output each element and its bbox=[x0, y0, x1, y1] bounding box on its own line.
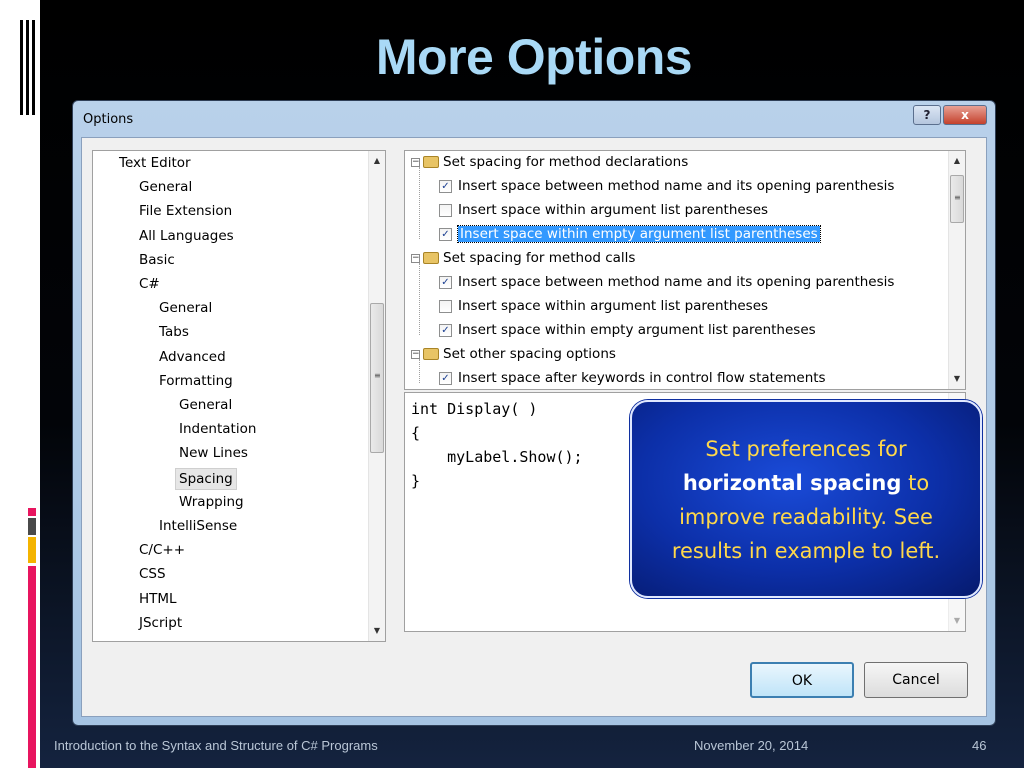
tree-item[interactable]: IntelliSense bbox=[159, 516, 237, 536]
tree-item[interactable]: Wrapping bbox=[179, 492, 244, 512]
tree-item[interactable]: General bbox=[159, 298, 212, 318]
code-line: { bbox=[411, 424, 421, 442]
option-group-other-spacing[interactable]: − Set other spacing options bbox=[411, 343, 616, 365]
grip-icon: ≡ bbox=[374, 371, 381, 380]
options-tree[interactable]: Text Editor General File Extension All Lang… bbox=[92, 150, 386, 642]
tree-item[interactable]: General bbox=[139, 177, 192, 197]
option-label: Insert space within argument list parent… bbox=[458, 202, 769, 218]
checkbox-unchecked[interactable] bbox=[439, 299, 452, 313]
collapse-icon[interactable]: − bbox=[411, 253, 420, 263]
option-label-highlighted: Insert space within empty argument list … bbox=[457, 225, 821, 243]
code-line: } bbox=[411, 472, 421, 490]
dialog-titlebar: Options ? x bbox=[73, 101, 995, 137]
scroll-down-icon[interactable]: ▼ bbox=[369, 623, 385, 639]
folder-icon bbox=[423, 156, 439, 168]
scroll-down-icon[interactable]: ▼ bbox=[949, 371, 965, 387]
accent-bar-pink bbox=[28, 508, 36, 516]
tree-item[interactable]: JScript bbox=[139, 613, 182, 633]
code-line: myLabel.Show(); bbox=[411, 448, 583, 466]
tree-connector bbox=[419, 167, 420, 239]
tree-item[interactable]: Basic bbox=[139, 250, 175, 270]
tree-item[interactable]: All Languages bbox=[139, 226, 234, 246]
scroll-up-icon[interactable]: ▲ bbox=[949, 153, 965, 169]
option-item[interactable]: Insert space within argument list parent… bbox=[439, 199, 768, 221]
checkbox-unchecked[interactable] bbox=[439, 203, 452, 217]
scroll-thumb[interactable]: ≡ bbox=[950, 175, 964, 223]
checkbox-checked[interactable]: ✓ bbox=[439, 323, 452, 337]
code-line: int Display( ) bbox=[411, 400, 538, 418]
option-group-method-declarations[interactable]: − Set spacing for method declarations bbox=[411, 151, 688, 173]
checkbox-checked[interactable]: ✓ bbox=[439, 179, 452, 193]
tree-item[interactable]: Advanced bbox=[159, 347, 226, 367]
footer-title: Introduction to the Syntax and Structure… bbox=[54, 738, 378, 753]
scroll-down-icon[interactable]: ▼ bbox=[949, 613, 965, 629]
accent-bar-pink-long bbox=[28, 566, 36, 768]
tree-item[interactable]: New Lines bbox=[179, 443, 248, 463]
tree-item[interactable]: File Extension bbox=[139, 201, 232, 221]
footer-date: November 20, 2014 bbox=[694, 738, 809, 753]
tree-item[interactable]: C/C++ bbox=[139, 540, 185, 560]
accent-bar-gray bbox=[28, 518, 36, 535]
spacing-options-list[interactable]: − Set spacing for method declarations ✓ In… bbox=[404, 150, 966, 390]
checkbox-checked[interactable]: ✓ bbox=[439, 371, 452, 385]
callout-line: Set preferences for bbox=[705, 437, 907, 461]
options-scrollbar[interactable]: ▲ ≡ ▼ bbox=[948, 151, 965, 389]
option-label: Insert space after keywords in control f… bbox=[458, 370, 826, 386]
grip-icon: ≡ bbox=[954, 193, 961, 202]
option-label: Insert space within empty argument list … bbox=[458, 322, 816, 338]
tree-item[interactable]: Formatting bbox=[159, 371, 233, 391]
checkbox-checked[interactable]: ✓ bbox=[439, 227, 452, 241]
callout-line: horizontal spacing to bbox=[632, 466, 980, 500]
option-item[interactable]: ✓ Insert space after keywords in control … bbox=[439, 367, 826, 389]
callout-bold-text: horizontal spacing bbox=[682, 471, 902, 495]
option-label: Insert space within argument list parent… bbox=[458, 298, 769, 314]
help-button[interactable]: ? bbox=[913, 105, 941, 125]
ok-button[interactable]: OK bbox=[750, 662, 854, 698]
tree-connector bbox=[419, 263, 420, 335]
checkbox-checked[interactable]: ✓ bbox=[439, 275, 452, 289]
folder-icon bbox=[423, 252, 439, 264]
option-group-label: Set spacing for method calls bbox=[443, 250, 636, 266]
tree-item[interactable]: HTML bbox=[139, 589, 177, 609]
tree-item[interactable]: Tabs bbox=[159, 322, 189, 342]
tree-item[interactable]: General bbox=[179, 395, 232, 415]
scroll-up-icon[interactable]: ▲ bbox=[369, 153, 385, 169]
option-item[interactable]: ✓ Insert space between method name and it… bbox=[439, 175, 894, 197]
collapse-icon[interactable]: − bbox=[411, 157, 420, 167]
scroll-thumb[interactable]: ≡ bbox=[370, 303, 384, 453]
tree-item[interactable]: C# bbox=[139, 274, 160, 294]
callout-line: results in example to left. bbox=[671, 539, 941, 563]
callout-line: improve readability. See bbox=[679, 505, 933, 529]
tree-item[interactable]: Spacing bbox=[175, 467, 237, 490]
option-item[interactable]: Insert space within argument list parent… bbox=[439, 295, 768, 317]
tree-item[interactable]: Text Editor bbox=[119, 153, 191, 173]
slide-title: More Options bbox=[375, 29, 693, 85]
cancel-button[interactable]: Cancel bbox=[864, 662, 968, 698]
accent-bar-yellow bbox=[28, 537, 36, 563]
callout-text: to bbox=[901, 471, 930, 495]
dialog-title: Options bbox=[83, 112, 134, 127]
option-item[interactable]: ✓ Insert space within empty argument list… bbox=[439, 319, 816, 341]
tree-item[interactable]: CSS bbox=[139, 564, 166, 584]
option-label: Insert space between method name and its… bbox=[458, 178, 895, 194]
tree-item[interactable]: Indentation bbox=[179, 419, 256, 439]
collapse-icon[interactable]: − bbox=[411, 349, 420, 359]
folder-icon bbox=[423, 348, 439, 360]
page-number: 46 bbox=[972, 738, 987, 753]
option-label: Insert space between method name and its… bbox=[458, 274, 895, 290]
close-button[interactable]: x bbox=[943, 105, 987, 125]
option-item-selected[interactable]: ✓ Insert space within empty argument list… bbox=[439, 223, 821, 245]
callout-box: Set preferences for horizontal spacing t… bbox=[630, 400, 982, 598]
option-group-label: Set spacing for method declarations bbox=[443, 154, 689, 170]
option-item[interactable]: ✓ Insert space between method name and it… bbox=[439, 271, 894, 293]
option-group-label: Set other spacing options bbox=[443, 346, 616, 362]
option-group-method-calls[interactable]: − Set spacing for method calls bbox=[411, 247, 635, 269]
tree-scrollbar[interactable]: ▲ ≡ ▼ bbox=[368, 151, 385, 641]
